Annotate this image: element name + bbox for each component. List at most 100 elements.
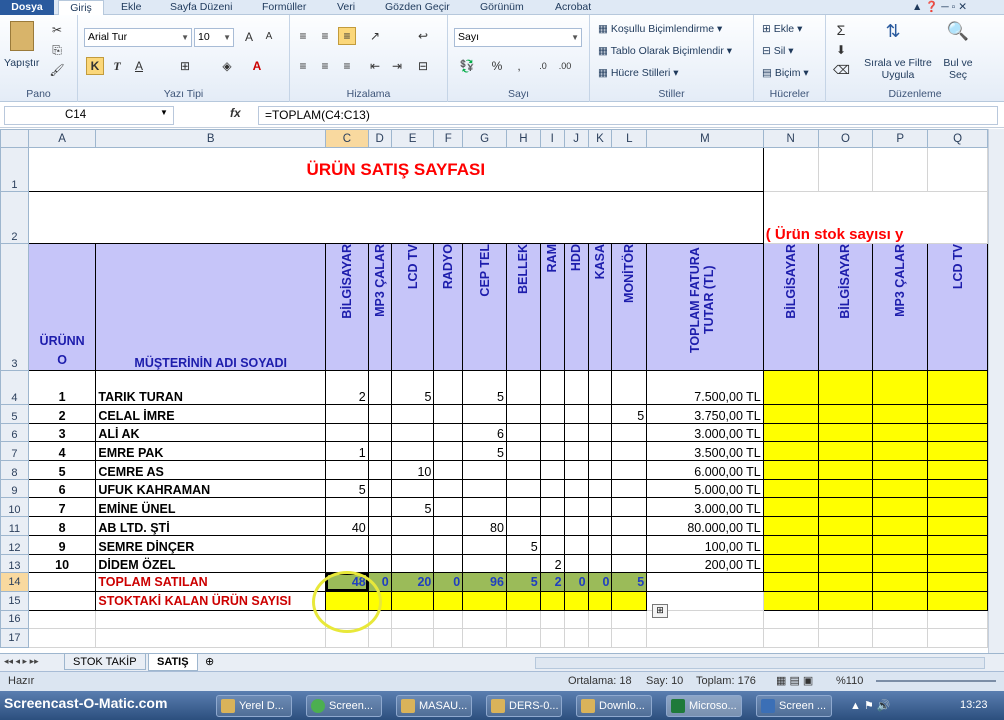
copy-icon[interactable]: ⎘ (48, 41, 66, 59)
subtitle-cell[interactable]: ( Ürün stok sayısı y (762, 191, 988, 244)
cell-quantity[interactable] (367, 534, 392, 555)
cell-stock[interactable] (927, 572, 988, 592)
cell-stock[interactable] (927, 534, 988, 555)
cell-quantity[interactable] (433, 516, 464, 536)
cell-quantity[interactable]: 5 (390, 497, 435, 518)
cell[interactable] (817, 147, 874, 192)
cell-quantity[interactable]: 5 (505, 534, 541, 555)
cell-quantity[interactable]: 5 (462, 441, 507, 462)
column-header-n[interactable]: N (762, 129, 819, 148)
font-size-select[interactable]: 10 ▼ (194, 28, 234, 47)
cell-quantity[interactable] (587, 553, 613, 574)
column-header-k[interactable]: K (587, 129, 613, 148)
row-header[interactable]: 2 (0, 191, 29, 244)
cell-quantity[interactable] (587, 478, 613, 499)
view-mode-icon[interactable]: ▦ ▤ ▣ (776, 674, 813, 687)
new-sheet-icon[interactable]: ⊕ (205, 655, 214, 668)
column-header-g[interactable]: G (462, 129, 507, 148)
cell[interactable] (27, 590, 97, 611)
cell-quantity[interactable] (587, 441, 613, 462)
cell[interactable] (927, 628, 988, 648)
header-product[interactable]: RAM (539, 243, 565, 371)
cell-quantity[interactable] (367, 422, 392, 443)
name-box-dropdown-icon[interactable]: ▼ (160, 108, 168, 117)
cell-quantity[interactable] (587, 460, 613, 480)
cell-stock-left[interactable] (611, 590, 648, 611)
cell-quantity[interactable] (611, 441, 648, 462)
cell-stock-left[interactable] (462, 590, 507, 611)
cell-invoice-total[interactable]: 100,00 TL (646, 534, 764, 555)
cell[interactable] (611, 609, 648, 630)
tab-home[interactable]: Giriş (58, 0, 104, 15)
cell-quantity[interactable] (539, 534, 565, 555)
cell-quantity[interactable] (505, 422, 541, 443)
row-header[interactable]: 9 (0, 478, 29, 499)
row-header[interactable]: 1 (0, 147, 29, 192)
cell-quantity[interactable] (367, 497, 392, 518)
cell-stock[interactable] (817, 516, 874, 536)
cell-quantity[interactable] (611, 553, 648, 574)
row-header[interactable]: 5 (0, 404, 29, 424)
cell-quantity[interactable] (390, 422, 435, 443)
row-header[interactable]: 6 (0, 422, 29, 443)
orientation-icon[interactable]: ↗ (366, 27, 384, 45)
cell-quantity[interactable] (325, 497, 369, 518)
row-header[interactable]: 17 (0, 628, 29, 648)
header-stock-product[interactable]: MP3 ÇALAR (872, 243, 929, 371)
cell-total-sold[interactable]: 0 (563, 572, 589, 592)
row-header[interactable]: 13 (0, 553, 29, 574)
cell-invoice-total[interactable]: 200,00 TL (646, 553, 764, 574)
cell-invoice-total[interactable]: 3.750,00 TL (646, 404, 764, 424)
align-left-icon[interactable]: ≡ (294, 57, 312, 75)
cell-quantity[interactable] (587, 534, 613, 555)
cell-invoice-total[interactable]: 3.000,00 TL (646, 497, 764, 518)
cell-quantity[interactable] (433, 534, 464, 555)
cell-quantity[interactable] (539, 422, 565, 443)
tab-view[interactable]: Görünüm (480, 0, 524, 15)
tab-review[interactable]: Gözden Geçir (385, 0, 450, 15)
header-stock-product[interactable]: LCD TV (927, 243, 988, 371)
align-center-icon[interactable]: ≡ (316, 57, 334, 75)
cell-stock[interactable] (927, 590, 988, 611)
cell-stock[interactable] (762, 553, 819, 574)
clear-icon[interactable]: ⌫ (832, 61, 850, 79)
cell[interactable] (462, 609, 507, 630)
cell-quantity[interactable] (367, 370, 392, 405)
cell-quantity[interactable] (505, 516, 541, 536)
cell-stock[interactable] (762, 460, 819, 480)
cell-quantity[interactable]: 6 (462, 422, 507, 443)
cell[interactable] (927, 147, 988, 192)
select-all-corner[interactable] (0, 129, 29, 148)
cell-quantity[interactable] (367, 460, 392, 480)
row-header[interactable]: 16 (0, 609, 29, 630)
cell-customer[interactable]: CELAL İMRE (95, 404, 327, 424)
column-header-h[interactable]: H (505, 129, 541, 148)
blank-cell[interactable] (27, 191, 764, 244)
cell-customer[interactable]: ALİ AK (95, 422, 327, 443)
cell-quantity[interactable] (390, 478, 435, 499)
cell-quantity[interactable] (325, 460, 369, 480)
sheet-tab-sales[interactable]: SATIŞ (148, 654, 198, 671)
row-header[interactable]: 7 (0, 441, 29, 462)
column-header-b[interactable]: B (95, 129, 327, 148)
cell-stock-left[interactable] (587, 590, 613, 611)
cell[interactable] (927, 609, 988, 630)
cell-quantity[interactable] (433, 460, 464, 480)
cell[interactable] (646, 628, 764, 648)
cell-invoice-total[interactable]: 6.000,00 TL (646, 460, 764, 480)
cell-stock-left[interactable] (563, 590, 589, 611)
tab-acrobat[interactable]: Acrobat (555, 0, 591, 15)
cell-quantity[interactable] (462, 534, 507, 555)
cell-stock[interactable] (872, 572, 929, 592)
conditional-formatting-button[interactable]: ▦ Koşullu Biçimlendirme ▾ (598, 23, 722, 35)
cell-stock[interactable] (872, 404, 929, 424)
cell-total-sold[interactable]: 0 (587, 572, 613, 592)
fill-color-icon[interactable]: ◈ (218, 57, 236, 75)
cell-quantity[interactable] (611, 534, 648, 555)
format-painter-icon[interactable]: 🖌 (48, 61, 66, 79)
cell[interactable] (367, 628, 392, 648)
cell-quantity[interactable] (611, 478, 648, 499)
insert-function-icon[interactable]: fx (230, 106, 241, 120)
cell-quantity[interactable] (505, 370, 541, 405)
cell-product-no[interactable]: 1 (27, 370, 97, 405)
